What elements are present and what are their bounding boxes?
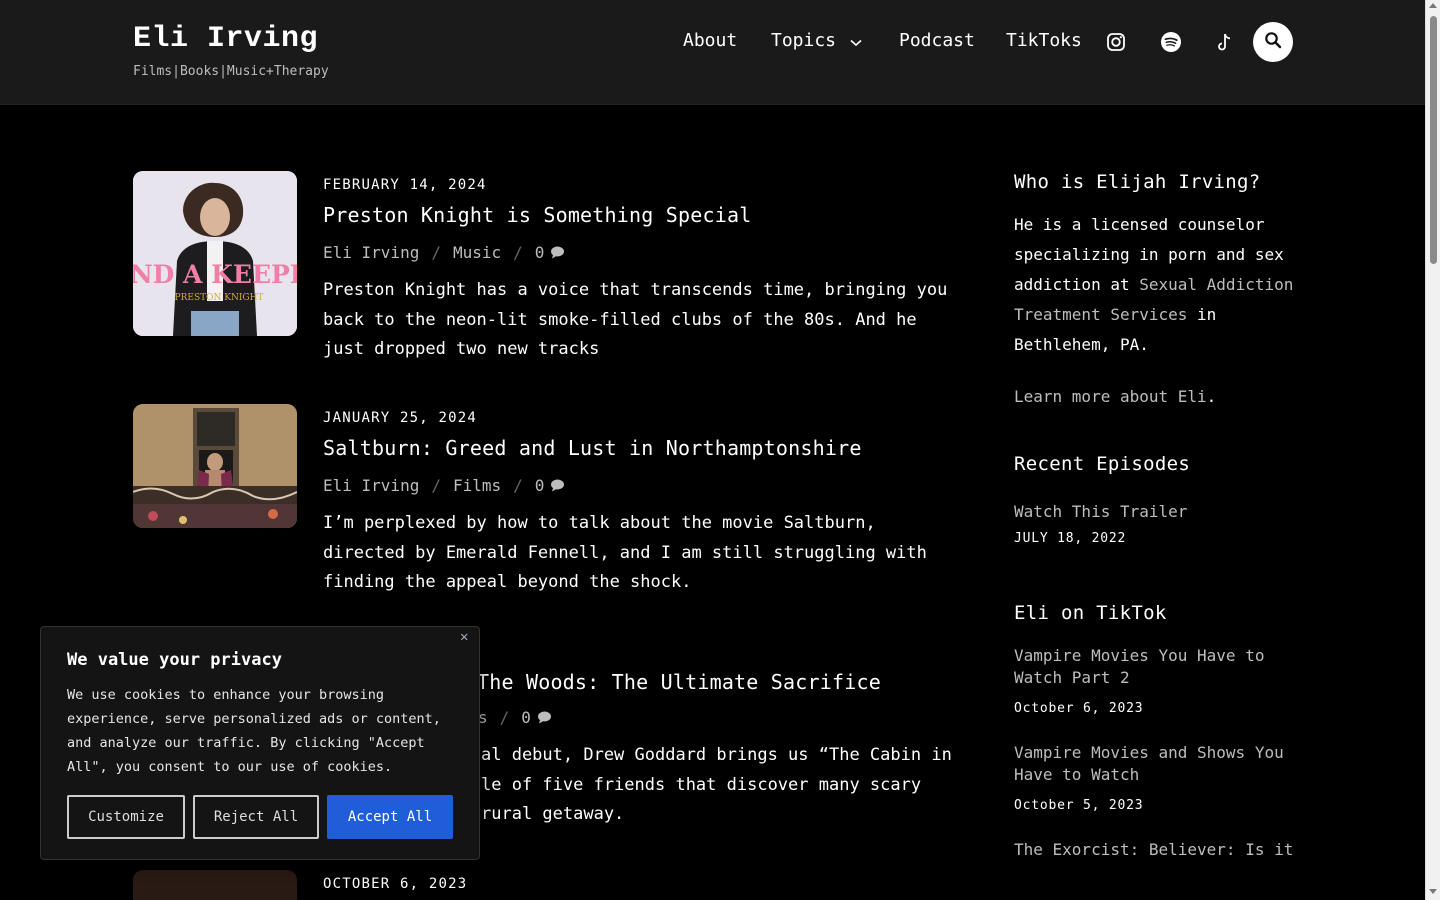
post-date: JANUARY 25, 2024 bbox=[323, 410, 478, 426]
post-meta: Eli Irving / Films / 0 bbox=[323, 476, 953, 495]
sidebar-heading-recent: Recent Episodes bbox=[1014, 453, 1191, 475]
comment-icon bbox=[550, 479, 565, 492]
post-meta: Eli Irving / Music / 0 bbox=[323, 243, 953, 262]
search-button[interactable] bbox=[1253, 22, 1293, 62]
post-title[interactable]: Saltburn: Greed and Lust in Northamptons… bbox=[323, 436, 953, 460]
customize-button[interactable]: Customize bbox=[67, 795, 185, 839]
tiktok-link[interactable]: Vampire Movies You Have to Watch Part 2 bbox=[1014, 645, 1304, 689]
post-thumbnail[interactable] bbox=[133, 870, 297, 900]
nav-about[interactable]: About bbox=[683, 30, 737, 51]
tiktok-date: October 5, 2023 bbox=[1014, 798, 1144, 813]
post-meta: s / 0 bbox=[478, 708, 552, 727]
scroll-up-arrow-icon[interactable] bbox=[1429, 3, 1437, 8]
post-body: JANUARY 25, 2024 Saltburn: Greed and Lus… bbox=[323, 410, 953, 598]
cookie-text: We use cookies to enhance your browsing … bbox=[67, 687, 441, 775]
recent-episode-link[interactable]: Watch This Trailer bbox=[1014, 501, 1304, 523]
nav-tiktoks[interactable]: TikToks bbox=[1006, 30, 1082, 51]
chevron-down-icon bbox=[850, 31, 862, 52]
thumb-text-find-a-keeper: FIND A KEEPER bbox=[133, 260, 297, 289]
post-category[interactable]: Films bbox=[453, 476, 501, 495]
post-excerpt-line: rural getaway. bbox=[481, 804, 625, 824]
sidebar-about-text: He is a licensed counselor specializing … bbox=[1014, 210, 1304, 360]
cookie-title: We value your privacy bbox=[67, 650, 282, 670]
tiktok-link[interactable]: The Exorcist: Believer: Is it bbox=[1014, 839, 1304, 861]
meta-separator: / bbox=[431, 476, 441, 495]
comment-icon bbox=[550, 246, 565, 259]
post-comment-count[interactable]: 0 bbox=[535, 243, 545, 262]
reject-all-button[interactable]: Reject All bbox=[193, 795, 319, 839]
thumb-text-preston-knight: PRESTON KNIGHT bbox=[175, 293, 264, 303]
meta-separator: / bbox=[513, 476, 523, 495]
meta-separator: / bbox=[499, 708, 510, 727]
tiktok-link[interactable]: Vampire Movies and Shows You Have to Wat… bbox=[1014, 742, 1304, 786]
recent-episode-date: JULY 18, 2022 bbox=[1014, 531, 1127, 546]
post-card: JANUARY 25, 2024 Saltburn: Greed and Lus… bbox=[133, 404, 953, 594]
nav-podcast[interactable]: Podcast bbox=[899, 30, 975, 51]
accept-all-button[interactable]: Accept All bbox=[327, 795, 453, 839]
post-thumbnail[interactable]: FIND A KEEPER PRESTON KNIGHT bbox=[133, 171, 297, 336]
post-excerpt-line: al debut, Drew Goddard brings us “The Ca… bbox=[481, 745, 952, 765]
nav-topics-label: Topics bbox=[771, 30, 837, 51]
page-scrollbar[interactable] bbox=[1425, 0, 1440, 900]
sidebar: Who is Elijah Irving? He is a licensed c… bbox=[1014, 171, 1304, 861]
post-excerpt: Preston Knight has a voice that transcen… bbox=[323, 280, 948, 359]
comment-icon bbox=[537, 711, 552, 724]
tiktok-icon[interactable] bbox=[1213, 30, 1237, 54]
scroll-down-arrow-icon[interactable] bbox=[1429, 889, 1437, 894]
spotify-icon[interactable] bbox=[1159, 30, 1183, 54]
nav-topics[interactable]: Topics bbox=[771, 30, 862, 52]
post-excerpt-line: le of five friends that discover many sc… bbox=[481, 774, 922, 795]
learn-more-line: Learn more about Eli. bbox=[1014, 382, 1304, 412]
site-tagline: Films|Books|Music+Therapy bbox=[133, 64, 329, 79]
meta-separator: / bbox=[513, 243, 523, 262]
post-title[interactable]: Preston Knight is Something Special bbox=[323, 203, 953, 227]
post-comment-count[interactable]: 0 bbox=[521, 708, 531, 727]
post-date: OCTOBER 6, 2023 bbox=[323, 876, 468, 892]
post-comment-count[interactable]: 0 bbox=[535, 476, 545, 495]
post-title[interactable]: The Woods: The Ultimate Sacrifice bbox=[477, 670, 881, 694]
scrollbar-thumb[interactable] bbox=[1430, 16, 1437, 264]
post-body: FEBRUARY 14, 2024 Preston Knight is Some… bbox=[323, 177, 953, 365]
site-header: Eli Irving Films|Books|Music+Therapy Abo… bbox=[0, 0, 1425, 105]
close-icon[interactable]: ✕ bbox=[460, 629, 468, 645]
post-date: FEBRUARY 14, 2024 bbox=[323, 177, 487, 193]
learn-more-period: . bbox=[1206, 387, 1217, 406]
site-title[interactable]: Eli Irving bbox=[133, 22, 318, 56]
post-excerpt: I’m perplexed by how to talk about the m… bbox=[323, 513, 927, 592]
sidebar-heading-about: Who is Elijah Irving? bbox=[1014, 171, 1261, 193]
search-icon bbox=[1264, 31, 1282, 53]
post-author[interactable]: Eli Irving bbox=[323, 243, 419, 262]
post-excerpt: al debut, Drew Goddard brings us “The Ca… bbox=[481, 741, 952, 830]
learn-more-link[interactable]: Learn more about Eli bbox=[1014, 387, 1207, 406]
post-category[interactable]: Music bbox=[453, 243, 501, 262]
instagram-icon[interactable] bbox=[1104, 30, 1128, 54]
post-thumbnail[interactable] bbox=[133, 404, 297, 528]
cookie-consent-banner: ✕ We value your privacy We use cookies t… bbox=[40, 626, 480, 860]
tiktok-date: October 6, 2023 bbox=[1014, 701, 1144, 716]
meta-separator: / bbox=[431, 243, 441, 262]
post-card: FIND A KEEPER PRESTON KNIGHT FEBRUARY 14… bbox=[133, 171, 953, 361]
sidebar-heading-tiktok: Eli on TikTok bbox=[1014, 602, 1167, 624]
post-author[interactable]: Eli Irving bbox=[323, 476, 419, 495]
